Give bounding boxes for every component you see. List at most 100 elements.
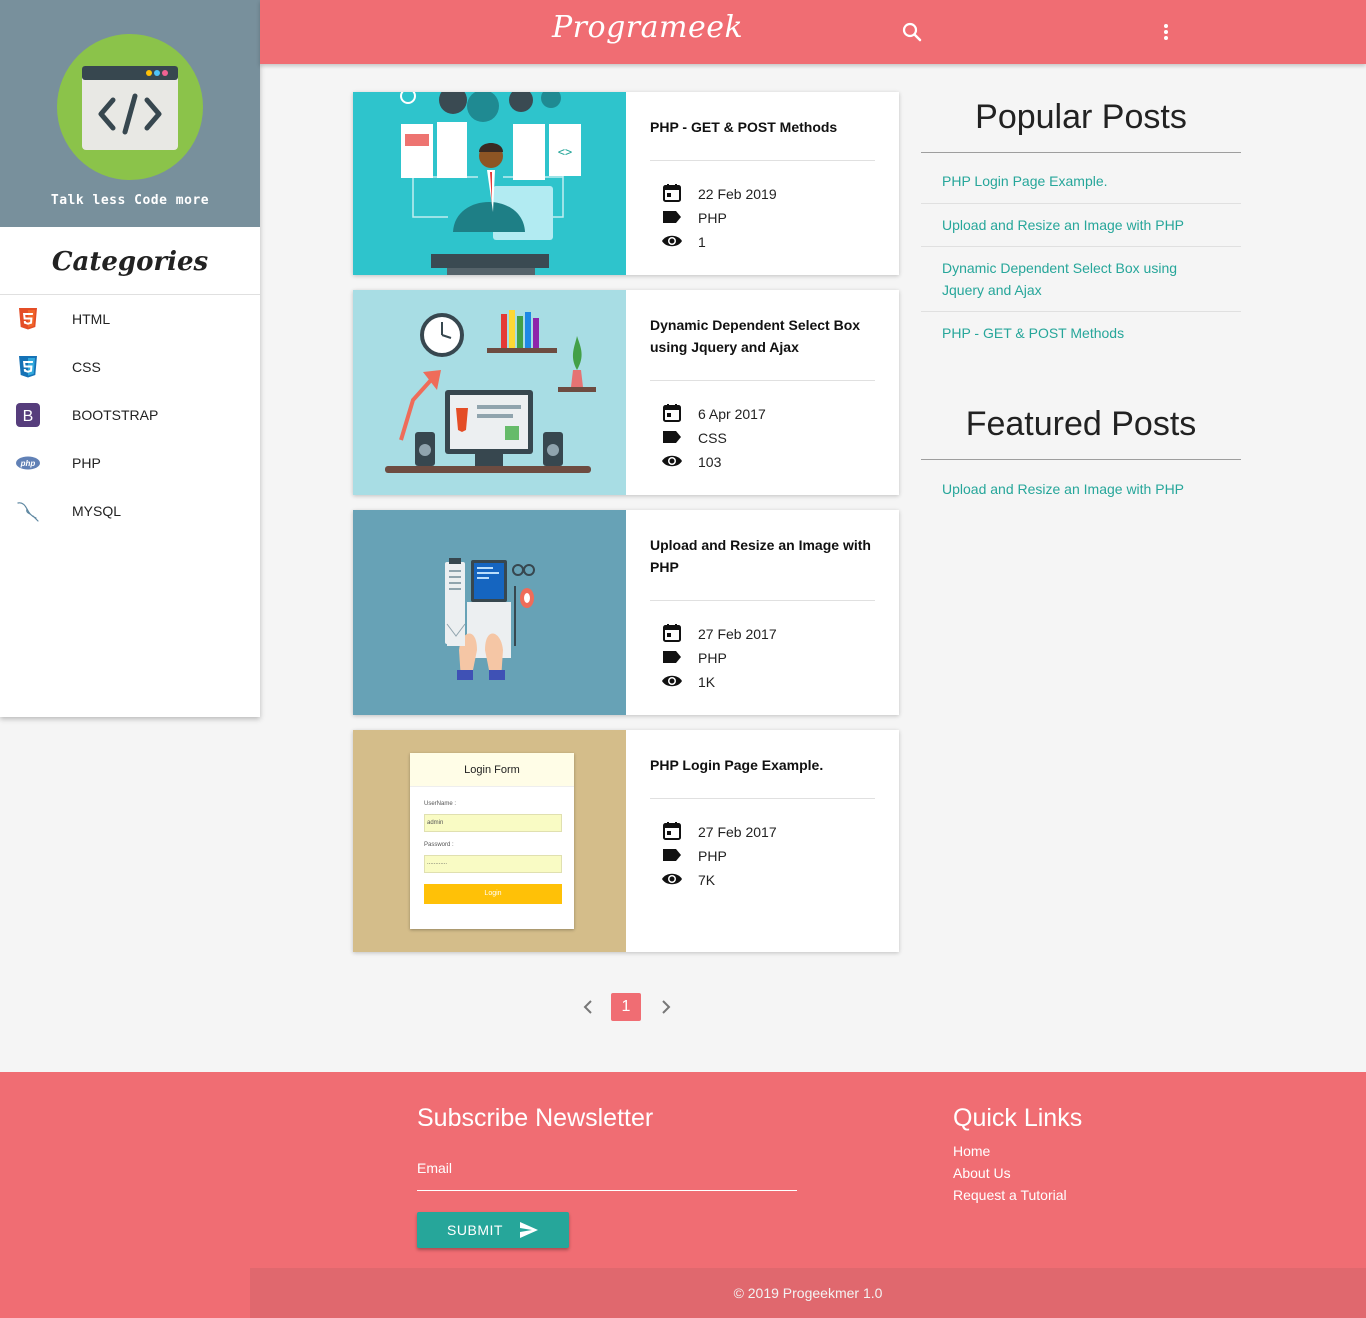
category-item-css[interactable]: CSS [0,343,260,391]
post-thumbnail[interactable]: <> [353,92,626,275]
php-icon: php [16,451,40,475]
quick-link-about[interactable]: About Us [953,1165,1011,1181]
email-input[interactable] [417,1190,797,1191]
page-1-button[interactable]: 1 [611,993,641,1021]
pagination: 1 [572,993,680,1021]
search-icon[interactable] [900,20,924,44]
category-label: HTML [72,311,111,327]
category-label: BOOTSTRAP [72,407,159,423]
divider [650,600,875,601]
divider [650,160,875,161]
category-item-html[interactable]: HTML [0,295,260,343]
post-meta: 6 Apr 2017 CSS 103 [662,402,766,474]
code-window-icon [82,66,178,150]
svg-text:B: B [23,408,34,425]
preview-username-value: admin [424,814,562,832]
tag-icon [662,647,698,670]
preview-password-value: ............ [424,855,562,873]
post-date: 6 Apr 2017 [698,406,766,422]
newsletter-title: Subscribe Newsletter [417,1104,654,1132]
post-views: 103 [698,454,722,470]
calendar-icon [662,623,698,646]
eye-icon [662,869,698,892]
mysql-icon [16,499,40,523]
more-vert-icon[interactable] [1154,20,1178,44]
post-category[interactable]: CSS [698,430,727,446]
calendar-icon [662,403,698,426]
preview-username-label: UserName : [424,801,457,807]
quick-link-request-tutorial[interactable]: Request a Tutorial [953,1187,1067,1203]
post-meta: 27 Feb 2017 PHP 7K [662,820,777,892]
popular-post-link[interactable]: Dynamic Dependent Select Box using Jquer… [921,247,1241,312]
preview-password-label: Password : [424,842,454,848]
email-input-label[interactable]: Email [417,1160,452,1176]
site-tagline: Talk less Code more [50,193,210,208]
svg-text:php: php [20,459,36,468]
category-item-php[interactable]: php PHP [0,439,260,487]
post-body: PHP Login Page Example. 27 Feb 2017 PHP … [626,730,899,952]
workspace-illustration [353,290,626,495]
post-category[interactable]: PHP [698,848,727,864]
popular-post-link[interactable]: PHP Login Page Example. [921,160,1241,204]
popular-post-link[interactable]: Upload and Resize an Image with PHP [921,204,1241,247]
laptop-typing-illustration [353,510,626,715]
eye-icon [662,451,698,474]
site-brand[interactable]: Programeek [552,10,743,45]
post-body: Upload and Resize an Image with PHP 27 F… [626,510,899,715]
developer-illustration: <> [353,92,626,275]
post-title[interactable]: Dynamic Dependent Select Box using Jquer… [650,314,875,358]
post-thumbnail[interactable] [353,510,626,715]
site-logo[interactable] [57,34,203,180]
html5-icon [16,307,40,331]
post-title[interactable]: Upload and Resize an Image with PHP [650,534,875,578]
top-navbar: Programeek [260,0,1366,64]
post-thumbnail[interactable]: Login Form UserName : admin Password : .… [353,730,626,952]
bootstrap-icon: B [16,403,40,427]
post-views: 7K [698,872,716,888]
chevron-right-icon[interactable] [654,995,678,1024]
post-card[interactable]: Upload and Resize an Image with PHP 27 F… [353,510,899,715]
popular-post-link[interactable]: PHP - GET & POST Methods [921,312,1241,355]
post-card[interactable]: Login Form UserName : admin Password : .… [353,730,899,952]
category-item-mysql[interactable]: MYSQL [0,487,260,535]
quick-link-home[interactable]: Home [953,1143,990,1159]
post-category[interactable]: PHP [698,210,727,226]
preview-form-title: Login Form [410,753,574,787]
css3-icon [16,355,40,379]
post-body: PHP - GET & POST Methods 22 Feb 2019 PHP… [626,92,899,275]
chevron-left-icon[interactable] [576,995,600,1024]
post-card[interactable]: Dynamic Dependent Select Box using Jquer… [353,290,899,495]
quick-links-title: Quick Links [953,1104,1083,1132]
tag-icon [662,427,698,450]
post-date: 27 Feb 2017 [698,626,777,642]
submit-label: SUBMIT [447,1222,503,1238]
eye-icon [662,231,698,254]
popular-posts-title: Popular Posts [975,98,1187,136]
divider [921,459,1241,460]
send-icon [519,1221,539,1239]
footer: Subscribe Newsletter Email SUBMIT Quick … [0,1072,1366,1318]
copyright: © 2019 Progeekmer 1.0 [250,1268,1366,1318]
post-title[interactable]: PHP - GET & POST Methods [650,116,875,138]
category-label: CSS [72,359,101,375]
divider [650,380,875,381]
post-category[interactable]: PHP [698,650,727,666]
divider [650,798,875,799]
category-label: MYSQL [72,503,122,519]
post-meta: 27 Feb 2017 PHP 1K [662,622,777,694]
post-meta: 22 Feb 2019 PHP 1 [662,182,777,254]
calendar-icon [662,821,698,844]
post-card[interactable]: <> PHP - GET & POST Methods 22 Feb 2019 … [353,92,899,275]
post-title[interactable]: PHP Login Page Example. [650,754,875,776]
category-item-bootstrap[interactable]: B BOOTSTRAP [0,391,260,439]
eye-icon [662,671,698,694]
post-views: 1K [698,674,716,690]
post-date: 27 Feb 2017 [698,824,777,840]
post-thumbnail[interactable] [353,290,626,495]
preview-login-button: Login [424,884,562,904]
tag-icon [662,845,698,868]
featured-post-link[interactable]: Upload and Resize an Image with PHP [921,468,1241,511]
tag-icon [662,207,698,230]
login-form-preview: Login Form UserName : admin Password : .… [410,753,574,929]
submit-button[interactable]: SUBMIT [417,1212,569,1248]
